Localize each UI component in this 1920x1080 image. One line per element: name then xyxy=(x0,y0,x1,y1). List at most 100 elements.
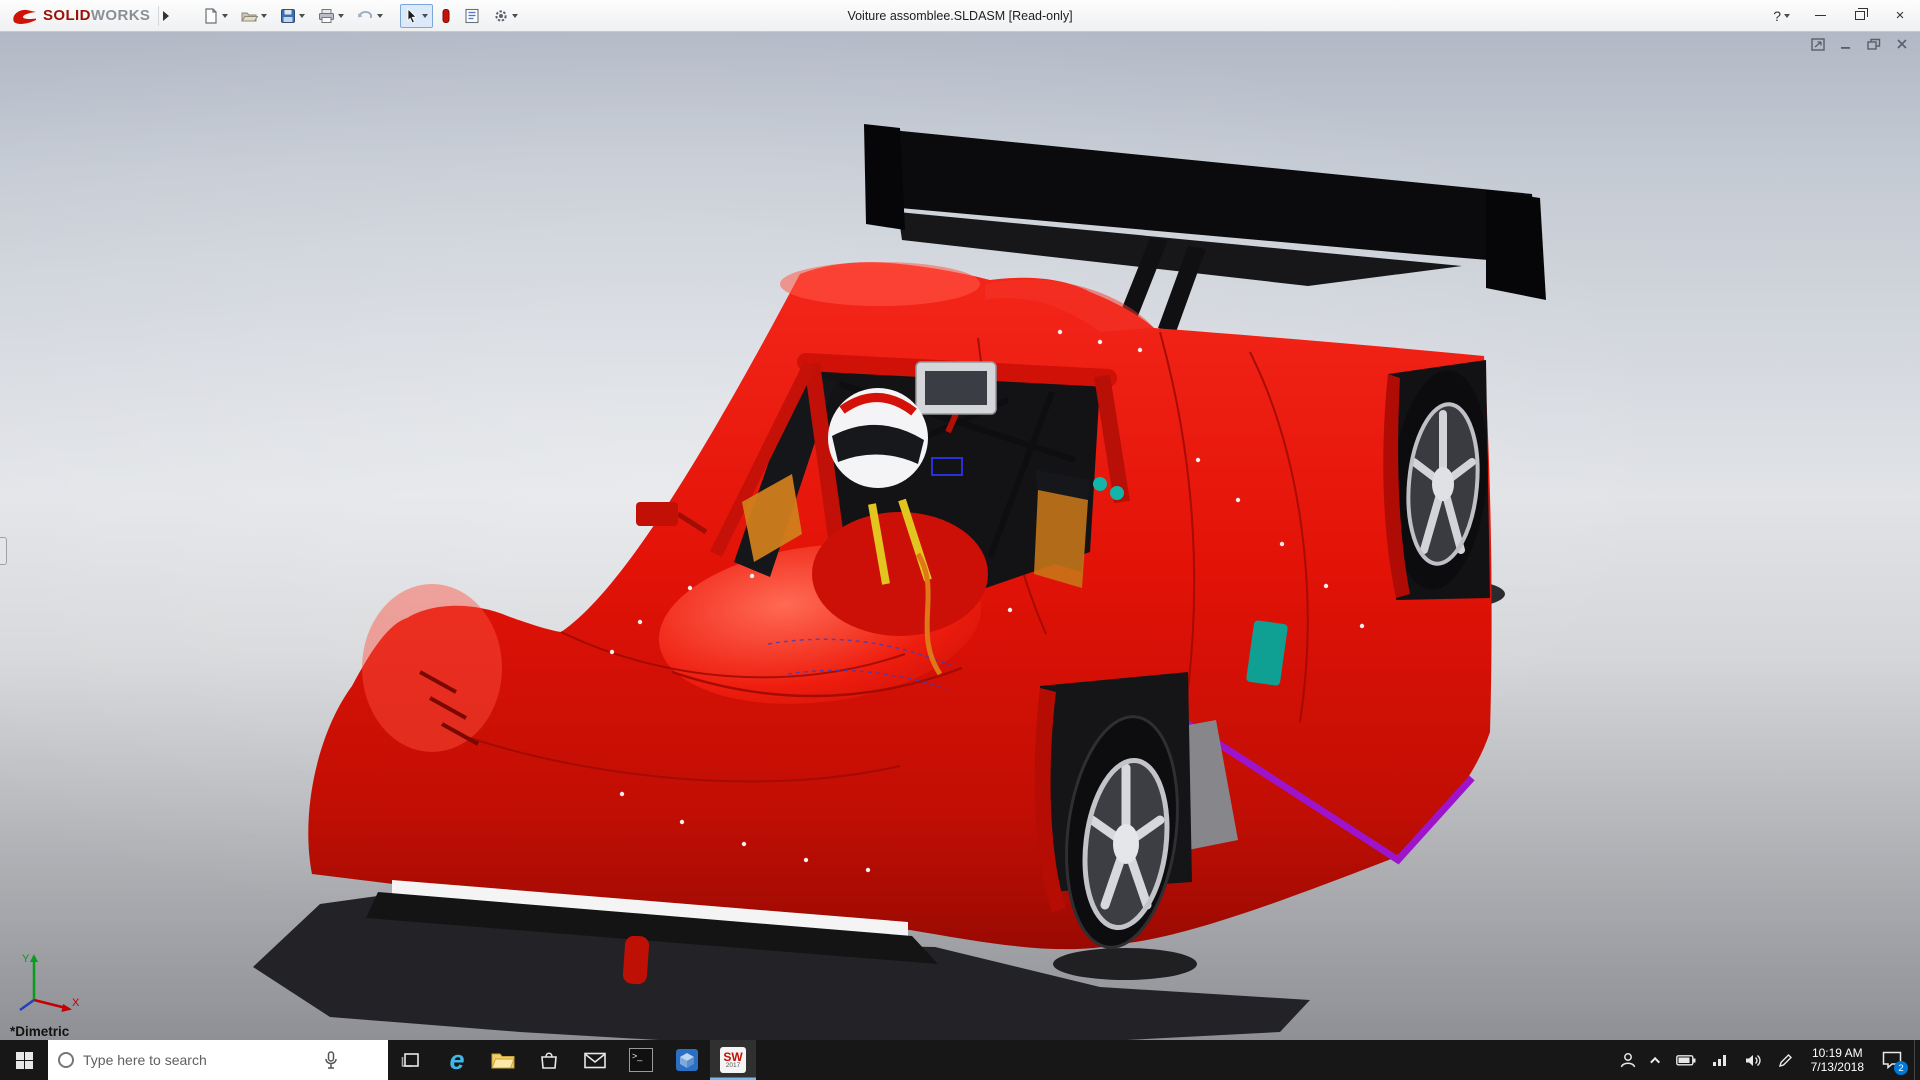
windows-logo-icon xyxy=(16,1052,33,1069)
sw-year: 2017 xyxy=(726,1063,740,1070)
sw-letters: SW xyxy=(723,1051,742,1063)
clock-time: 10:19 AM xyxy=(1811,1046,1864,1060)
windows-ink-button[interactable] xyxy=(1770,1040,1801,1080)
open-button[interactable] xyxy=(236,4,272,28)
undo-button[interactable] xyxy=(352,4,388,28)
dropdown-caret[interactable] xyxy=(512,14,518,18)
save-icon xyxy=(280,8,296,24)
toolbar-flyout-button[interactable] xyxy=(158,6,172,26)
doc-restore-icon xyxy=(1867,38,1881,51)
network-icon xyxy=(1712,1053,1729,1067)
triad-x-label: X xyxy=(72,997,80,1009)
report-icon xyxy=(464,8,480,24)
orange-panel-right xyxy=(1034,490,1088,588)
dropdown-caret[interactable] xyxy=(422,14,428,18)
solidworks-logo: SOLIDWORKS xyxy=(0,6,158,26)
system-tray: 10:19 AM 7/13/2018 2 xyxy=(1611,1040,1920,1080)
window-controls: ? × xyxy=(1763,0,1920,31)
help-caret xyxy=(1784,14,1790,18)
windows-ink-icon xyxy=(1778,1053,1793,1068)
taskbar-app-store[interactable] xyxy=(526,1040,572,1080)
file-explorer-icon xyxy=(491,1050,515,1070)
dropdown-caret[interactable] xyxy=(377,14,383,18)
save-button[interactable] xyxy=(275,4,310,28)
triad-y-label: Y xyxy=(22,953,30,965)
view-orientation-label: *Dimetric xyxy=(10,1024,69,1039)
taskbar-search[interactable] xyxy=(48,1040,388,1080)
action-center-button[interactable]: 2 xyxy=(1874,1040,1914,1080)
edge-icon: e xyxy=(449,1047,464,1074)
notification-badge: 2 xyxy=(1894,1061,1908,1075)
document-window-controls xyxy=(1810,37,1910,51)
solidworks-logo-icon xyxy=(10,6,38,26)
battery-icon xyxy=(1676,1055,1696,1066)
front-support xyxy=(622,935,649,985)
task-view-button[interactable] xyxy=(388,1040,434,1080)
volume-button[interactable] xyxy=(1737,1040,1770,1080)
undo-icon xyxy=(357,8,374,24)
battery-button[interactable] xyxy=(1668,1040,1704,1080)
graphics-area[interactable]: Y X *Dimetric xyxy=(0,32,1920,1040)
doc-restore-button[interactable] xyxy=(1866,37,1882,51)
show-desktop-button[interactable] xyxy=(1914,1040,1920,1080)
car-assembly-model[interactable] xyxy=(0,32,1920,1040)
dropdown-caret[interactable] xyxy=(222,14,228,18)
teal-dot xyxy=(1110,486,1124,500)
record-badge-icon xyxy=(441,8,451,24)
search-input[interactable] xyxy=(83,1052,315,1068)
taskbar-clock[interactable]: 10:19 AM 7/13/2018 xyxy=(1801,1046,1874,1074)
float-window-button[interactable] xyxy=(1810,37,1826,51)
new-document-button[interactable] xyxy=(198,4,233,28)
orientation-triad: Y X xyxy=(10,948,82,1018)
select-button[interactable] xyxy=(400,4,433,28)
taskbar-app-solidworks-tool[interactable] xyxy=(664,1040,710,1080)
settings-button[interactable] xyxy=(488,4,523,28)
report-button[interactable] xyxy=(459,4,485,28)
clock-date: 7/13/2018 xyxy=(1811,1060,1864,1074)
dropdown-caret[interactable] xyxy=(261,14,267,18)
minimize-icon xyxy=(1815,15,1826,17)
people-button[interactable] xyxy=(1611,1040,1645,1080)
doc-close-icon xyxy=(1896,38,1908,50)
print-button[interactable] xyxy=(313,4,349,28)
mail-icon xyxy=(584,1052,606,1069)
command-prompt-icon: >_ xyxy=(629,1048,653,1072)
float-window-icon xyxy=(1811,38,1825,51)
minimize-button[interactable] xyxy=(1800,0,1840,31)
people-icon xyxy=(1619,1051,1637,1069)
new-document-icon xyxy=(203,8,219,24)
restore-button[interactable] xyxy=(1840,0,1880,31)
doc-minimize-icon xyxy=(1840,38,1852,51)
close-button[interactable]: × xyxy=(1880,0,1920,31)
dropdown-caret[interactable] xyxy=(338,14,344,18)
record-badge-button[interactable] xyxy=(436,4,456,28)
doc-close-button[interactable] xyxy=(1894,37,1910,51)
help-button[interactable]: ? xyxy=(1763,0,1800,31)
open-icon xyxy=(241,8,258,24)
taskbar-app-solidworks-2017[interactable]: SW 2017 xyxy=(710,1040,756,1080)
doc-minimize-button[interactable] xyxy=(1838,37,1854,51)
taskbar-app-command-prompt[interactable]: >_ xyxy=(618,1040,664,1080)
chevron-up-icon xyxy=(1650,1056,1660,1066)
solidworks-2017-icon: SW 2017 xyxy=(720,1047,746,1073)
rear-wheel[interactable] xyxy=(1383,360,1496,600)
print-icon xyxy=(318,8,335,24)
app-title-bar: SOLIDWORKS xyxy=(0,0,1920,32)
show-hidden-icons-button[interactable] xyxy=(1645,1040,1668,1080)
taskbar-app-edge[interactable]: e xyxy=(434,1040,480,1080)
start-button[interactable] xyxy=(0,1040,48,1080)
taskbar-app-mail[interactable] xyxy=(572,1040,618,1080)
settings-gear-icon xyxy=(493,8,509,24)
cortana-icon xyxy=(58,1052,74,1068)
network-button[interactable] xyxy=(1704,1040,1737,1080)
microphone-icon[interactable] xyxy=(324,1051,338,1069)
windows-taskbar: e >_ SW 2017 xyxy=(0,1040,1920,1080)
store-icon xyxy=(539,1050,559,1070)
select-arrow-icon xyxy=(405,8,419,24)
taskbar-app-file-explorer[interactable] xyxy=(480,1040,526,1080)
solidworks-wordmark: SOLIDWORKS xyxy=(43,7,150,24)
volume-icon xyxy=(1745,1053,1762,1068)
solidworks-tool-icon xyxy=(675,1048,699,1072)
dropdown-caret[interactable] xyxy=(299,14,305,18)
standard-toolbar xyxy=(198,4,523,28)
